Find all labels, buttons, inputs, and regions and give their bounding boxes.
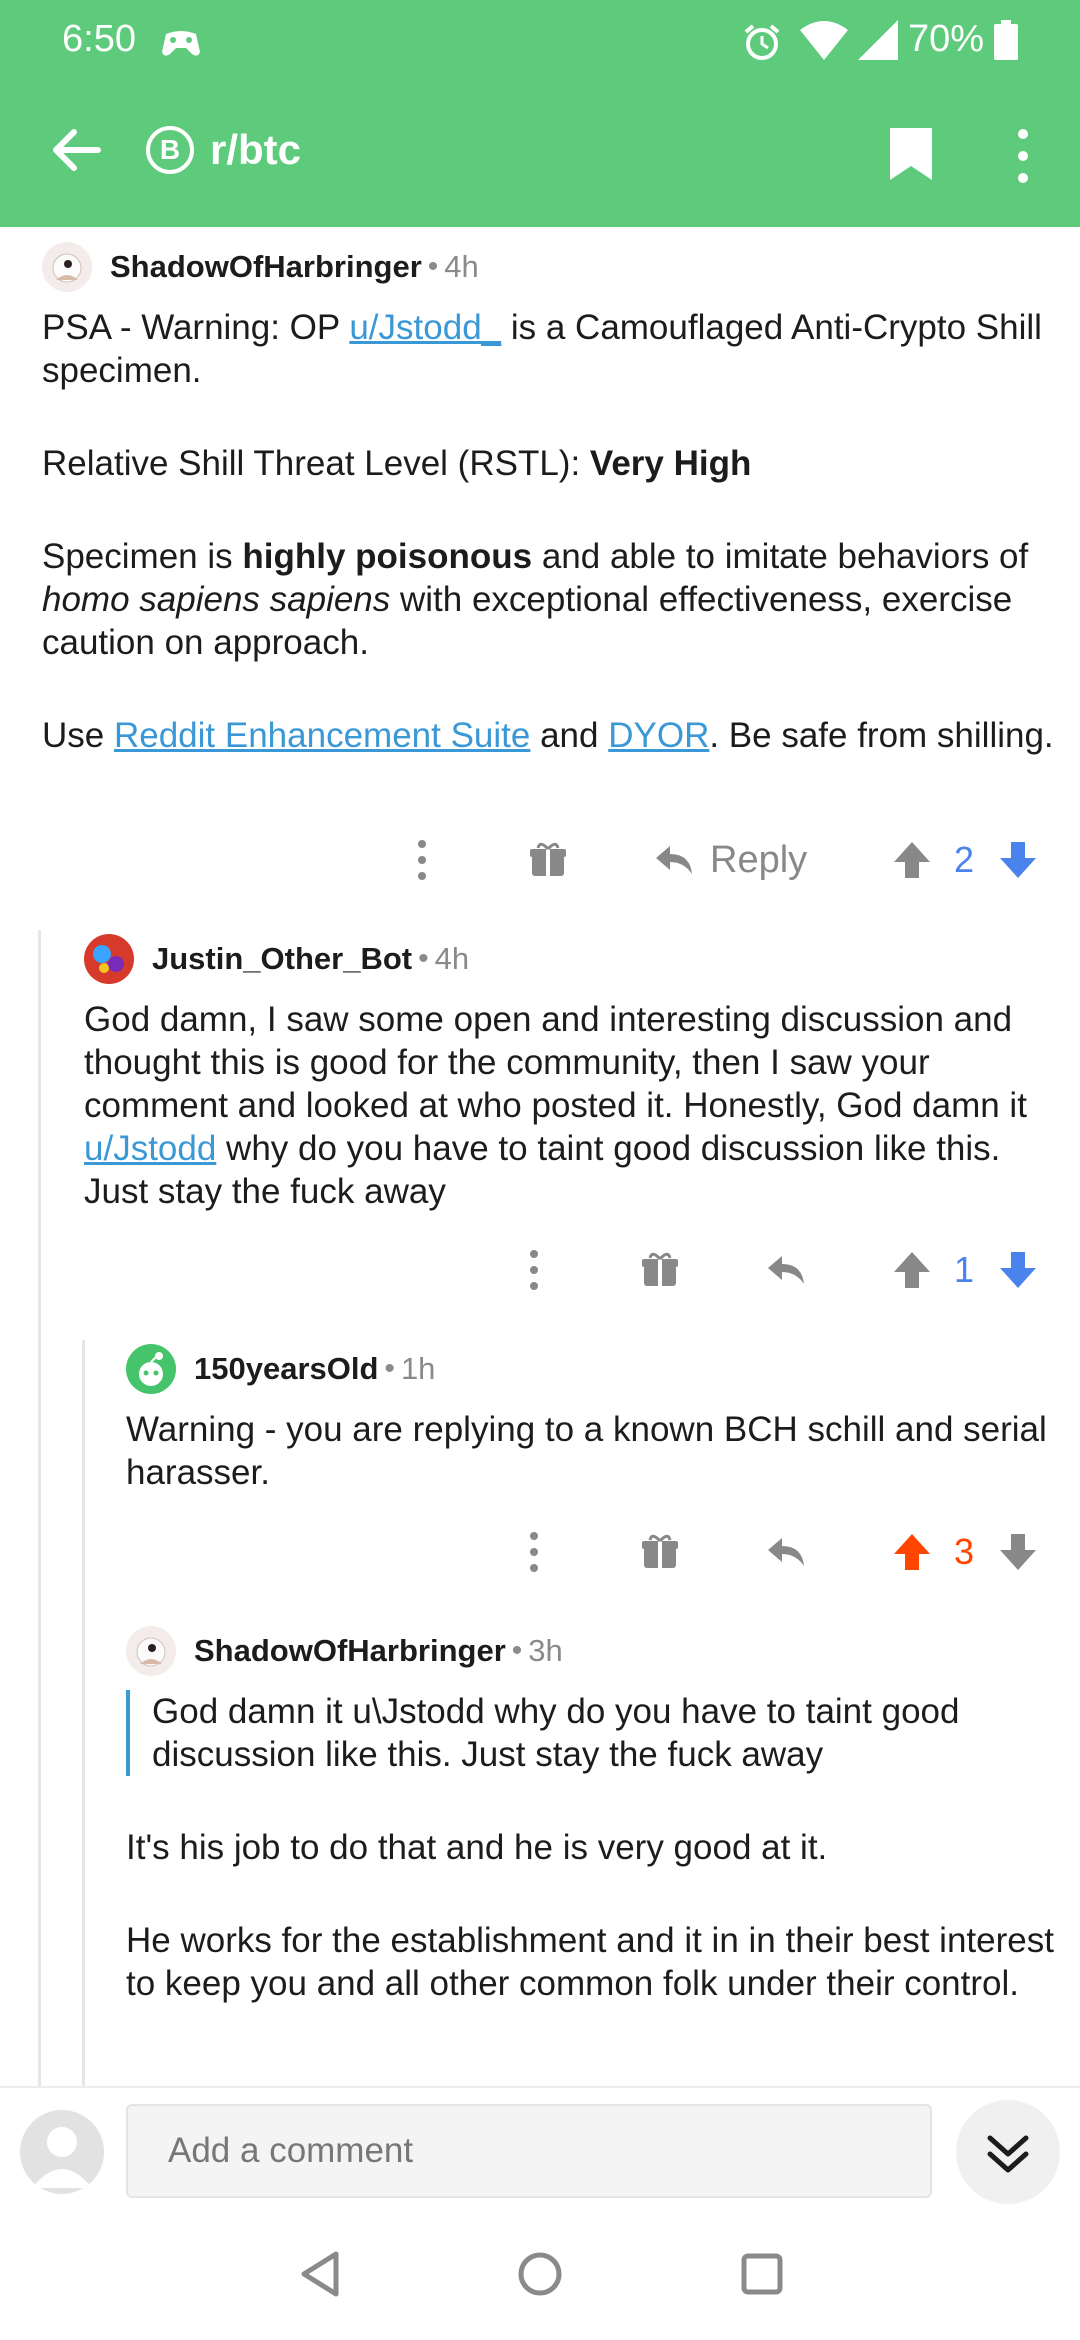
- downvote-button[interactable]: [998, 1522, 1038, 1582]
- upvote-button[interactable]: [892, 1240, 932, 1300]
- collapse-comments-button[interactable]: [956, 2100, 1060, 2204]
- thread-line-2: [82, 1340, 85, 2090]
- upvote-icon: [894, 1534, 930, 1570]
- more-options-button[interactable]: [402, 830, 442, 890]
- overflow-menu-button[interactable]: [1006, 126, 1040, 191]
- comment-paragraph: It's his job to do that and he is very g…: [126, 1828, 828, 1867]
- my-avatar: [20, 2110, 104, 2194]
- user-link[interactable]: u/Jstodd_: [349, 308, 501, 347]
- battery-percent: 70%: [908, 18, 985, 60]
- reply-button[interactable]: [766, 1240, 806, 1300]
- reply-button[interactable]: [766, 1522, 806, 1582]
- bookmark-button[interactable]: [888, 126, 934, 187]
- more-options-button[interactable]: [514, 1240, 554, 1300]
- add-comment-input[interactable]: Add a comment: [126, 2104, 932, 2198]
- alarm-icon: [742, 22, 782, 67]
- upvote-button[interactable]: [892, 830, 932, 890]
- downvote-button[interactable]: [998, 830, 1038, 890]
- comment-paragraph: PSA - Warning: OP u/Jstodd_ is a Camoufl…: [42, 308, 1042, 390]
- comment-age: 3h: [528, 1633, 563, 1668]
- overflow-menu-icon: [418, 840, 426, 880]
- give-award-button[interactable]: [528, 830, 568, 890]
- upvote-icon: [894, 842, 930, 878]
- blockquote: God damn it u\Jstodd why do you have to …: [126, 1690, 1060, 1776]
- nav-home-icon[interactable]: [516, 2250, 564, 2298]
- reply-icon: [768, 1538, 804, 1566]
- comment-actions: Reply 2: [0, 830, 1080, 890]
- nav-back-icon[interactable]: [298, 2250, 342, 2298]
- overflow-menu-icon: [1018, 129, 1028, 183]
- cell-signal-icon: [858, 20, 898, 65]
- avatar[interactable]: [126, 1344, 176, 1394]
- game-controller-icon: [160, 26, 202, 65]
- subreddit-name[interactable]: r/btc: [210, 126, 301, 174]
- app-header: 6:50 70% B r/btc: [0, 0, 1080, 227]
- comment: ShadowOfHarbringer • 4h PSA - Warning: O…: [42, 240, 1060, 757]
- overflow-menu-icon: [530, 1250, 538, 1290]
- collapse-chevron-icon: [987, 2135, 1029, 2173]
- reply-icon: [768, 1256, 804, 1284]
- back-button[interactable]: [44, 118, 108, 182]
- system-navigation-bar: [0, 2206, 1080, 2340]
- back-arrow-icon: [53, 129, 101, 171]
- comment-paragraph: Warning - you are replying to a known BC…: [126, 1410, 1047, 1492]
- comment-paragraph: Relative Shill Threat Level (RSTL): Very…: [42, 444, 752, 483]
- wifi-icon: [800, 20, 848, 65]
- comment: Justin_Other_Bot • 4h God damn, I saw so…: [84, 932, 1060, 1213]
- upvote-icon: [894, 1252, 930, 1288]
- downvote-button[interactable]: [998, 1240, 1038, 1300]
- gift-icon: [530, 842, 566, 876]
- downvote-icon: [1000, 1252, 1036, 1288]
- gift-icon: [642, 1252, 678, 1286]
- comment: ShadowOfHarbringer • 3h God damn it u\Js…: [126, 1624, 1060, 2005]
- give-award-button[interactable]: [640, 1522, 680, 1582]
- downvote-icon: [1000, 842, 1036, 878]
- comment-age: 1h: [400, 1351, 436, 1386]
- subreddit-icon: B: [146, 126, 194, 174]
- vote-score: 1: [954, 1249, 975, 1290]
- comment-author[interactable]: ShadowOfHarbringer: [110, 249, 422, 285]
- avatar[interactable]: [42, 242, 92, 292]
- user-link[interactable]: u/Jstodd: [84, 1129, 216, 1168]
- battery-icon: [994, 20, 1018, 65]
- overflow-menu-icon: [530, 1532, 538, 1572]
- comment-paragraph: Use Reddit Enhancement Suite and DYOR. B…: [42, 716, 1054, 755]
- comment-paragraph: He works for the establishment and it in…: [126, 1921, 1054, 2003]
- avatar[interactable]: [126, 1626, 176, 1676]
- bookmark-icon: [890, 128, 932, 180]
- comment-author[interactable]: ShadowOfHarbringer: [194, 1633, 506, 1669]
- upvote-button[interactable]: [892, 1522, 932, 1582]
- comment-age: 4h: [444, 249, 479, 284]
- avatar[interactable]: [84, 934, 134, 984]
- comment: 150yearsOld • 1h Warning - you are reply…: [126, 1342, 1060, 1494]
- comment-author[interactable]: Justin_Other_Bot: [152, 941, 412, 977]
- reply-button[interactable]: Reply: [654, 830, 807, 890]
- comment-paragraph: Specimen is highly poisonous and able to…: [42, 537, 1029, 662]
- reply-icon: [656, 846, 692, 874]
- more-options-button[interactable]: [514, 1522, 554, 1582]
- thread-line-1: [38, 930, 41, 2090]
- status-time: 6:50: [62, 18, 136, 60]
- gift-icon: [642, 1534, 678, 1568]
- comment-composer: Add a comment: [0, 2086, 1080, 2208]
- reply-label: Reply: [710, 838, 808, 881]
- give-award-button[interactable]: [640, 1240, 680, 1300]
- vote-score: 2: [954, 839, 975, 880]
- nav-recents-icon[interactable]: [740, 2252, 784, 2296]
- comment-paragraph: God damn, I saw some open and interestin…: [84, 1000, 1027, 1211]
- comment-actions: 3: [0, 1522, 1080, 1582]
- vote-score: 3: [954, 1531, 975, 1572]
- comment-age: 4h: [434, 941, 470, 976]
- dyor-link[interactable]: DYOR: [608, 716, 709, 755]
- res-link[interactable]: Reddit Enhancement Suite: [114, 716, 530, 755]
- comment-author[interactable]: 150yearsOld: [194, 1351, 378, 1387]
- downvote-icon: [1000, 1534, 1036, 1570]
- comment-actions: 1: [0, 1240, 1080, 1300]
